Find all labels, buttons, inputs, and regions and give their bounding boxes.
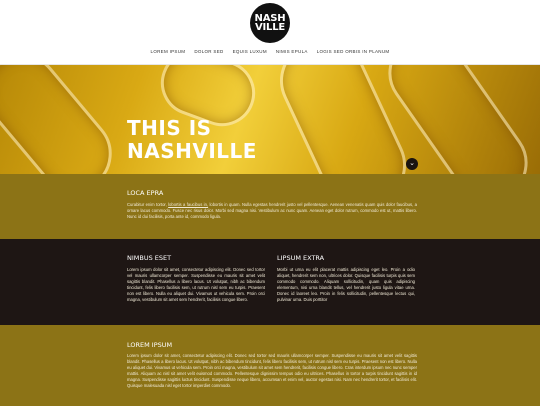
site-header: NASH VILLE LOREM IPSUM DOLOR SED EQUIS L… — [0, 0, 540, 65]
section-title: LOREM IPSUM — [127, 341, 173, 349]
hero-title-line2: NASHVILLE — [127, 139, 257, 163]
section-lorem-ipsum: LOREM IPSUM Lorem ipsum dolor sit amet, … — [0, 325, 540, 406]
column-text-right: Morbi ut urna eu elit placerat mattis ad… — [277, 267, 415, 303]
nav-item-nimis-epula[interactable]: NIMIS EPULA — [276, 49, 308, 54]
column-title-right: LIPSUM EXTRA — [277, 254, 325, 262]
section-loca-epra: LOCA EPRA Curabitur enim tortor, loborti… — [0, 174, 540, 239]
section-link[interactable]: lobortis a faucibus in, — [168, 202, 208, 207]
hero-banner: THIS IS NASHVILLE ⌄ — [0, 65, 540, 174]
main-nav: LOREM IPSUM DOLOR SED EQUIS LUXUM NIMIS … — [0, 49, 540, 54]
nav-item-dolor-sed[interactable]: DOLOR SED — [194, 49, 223, 54]
site-logo[interactable]: NASH VILLE — [250, 3, 290, 43]
chevron-down-icon[interactable]: ⌄ — [406, 158, 418, 170]
nav-item-lorem-ipsum[interactable]: LOREM IPSUM — [151, 49, 186, 54]
section-text: Lorem ipsum dolor sit amet, consectetur … — [127, 353, 417, 389]
section-title: LOCA EPRA — [127, 189, 164, 197]
section-text-start: Curabitur enim tortor, — [127, 202, 167, 207]
section-two-columns: NIMBUS ESET Lorem ipsum dolor sit amet, … — [0, 239, 540, 325]
hero-title-line1: THIS IS — [127, 116, 212, 140]
nav-item-logis-sed[interactable]: LOGIS SED ORBIS IN PLANUM — [317, 49, 390, 54]
hero-title: THIS IS NASHVILLE — [127, 117, 257, 163]
logo-line2: VILLE — [254, 22, 286, 33]
section-text: Curabitur enim tortor, lobortis a faucib… — [127, 202, 417, 220]
hero-glass-tube — [0, 65, 128, 174]
nav-item-equis-luxum[interactable]: EQUIS LUXUM — [233, 49, 267, 54]
column-text-left: Lorem ipsum dolor sit amet, consectetur … — [127, 267, 265, 303]
column-title-left: NIMBUS ESET — [127, 254, 172, 262]
